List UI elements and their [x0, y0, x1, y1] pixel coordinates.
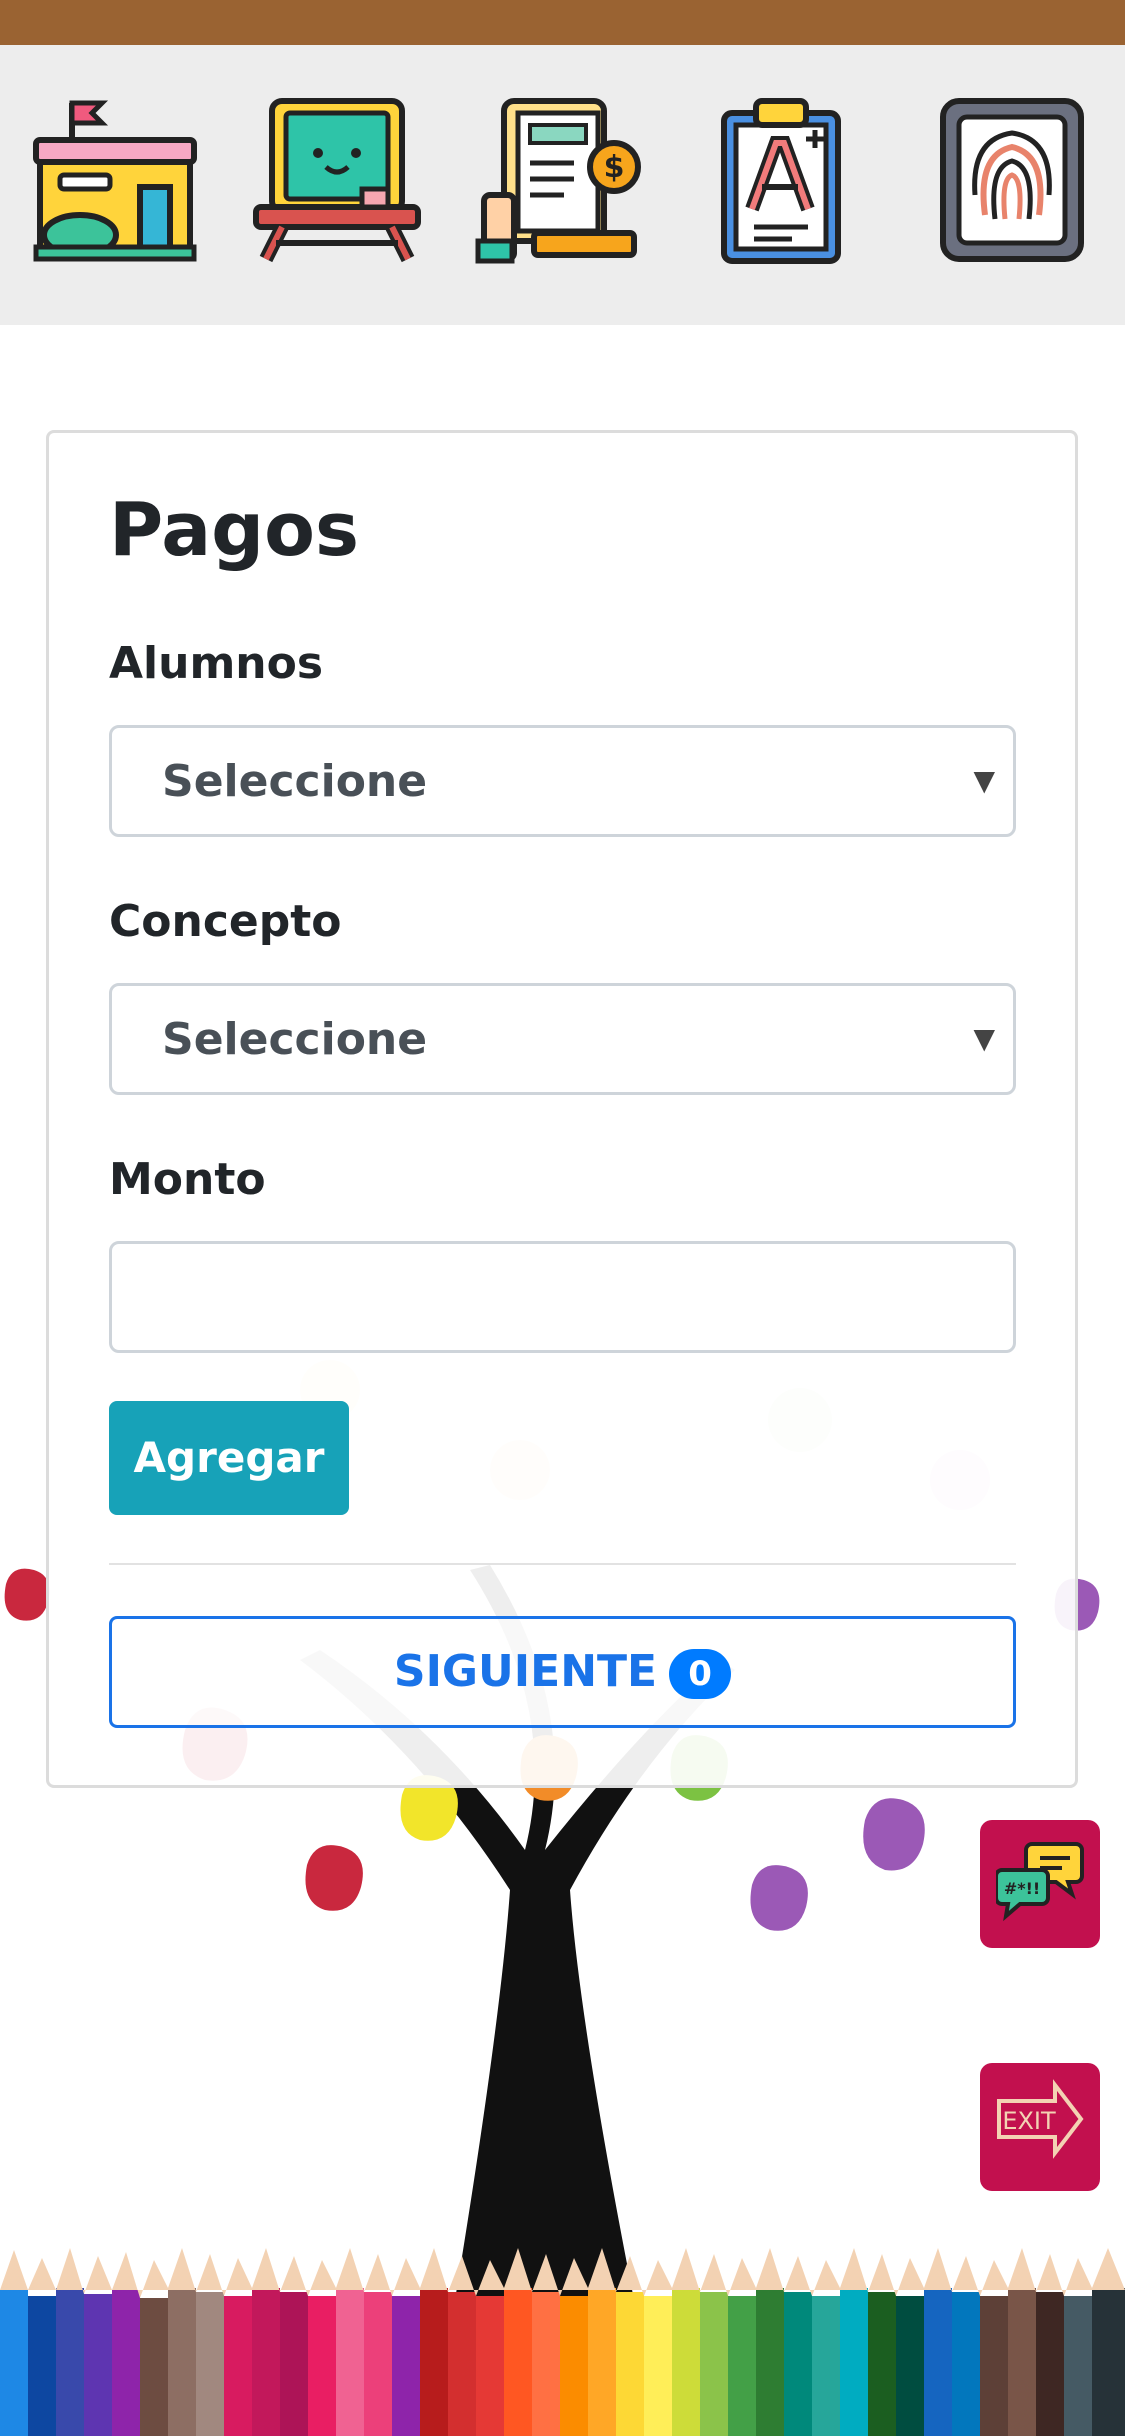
icon-navigation-bar: $: [0, 45, 1125, 325]
cart-count-badge: 0: [669, 1649, 732, 1699]
chat-button[interactable]: #*!!: [980, 1820, 1100, 1948]
next-button-label: SIGUIENTE: [393, 1646, 658, 1697]
add-button[interactable]: Agregar: [109, 1401, 349, 1515]
chat-bubbles-icon: #*!!: [996, 1842, 1084, 1922]
fingerprint-icon[interactable]: [927, 95, 1097, 265]
svg-text:#*!!: #*!!: [1004, 1879, 1040, 1898]
divider: [109, 1563, 1016, 1565]
classroom-desk-icon[interactable]: [252, 95, 422, 265]
students-select-value: Seleccione: [162, 756, 428, 807]
concept-select[interactable]: Seleccione ▼: [109, 983, 1016, 1095]
chevron-down-icon: ▼: [973, 764, 995, 797]
concept-select-value: Seleccione: [162, 1014, 428, 1065]
page-title: Pagos: [109, 487, 360, 573]
students-label: Alumnos: [109, 638, 324, 689]
top-bar: [0, 0, 1125, 45]
exit-button[interactable]: EXIT: [980, 2063, 1100, 2191]
amount-label: Monto: [109, 1154, 266, 1205]
concept-label: Concepto: [109, 896, 342, 947]
amount-input[interactable]: [109, 1241, 1016, 1353]
invoice-payment-icon[interactable]: $: [474, 95, 644, 265]
grades-clipboard-icon[interactable]: [696, 95, 866, 265]
students-select[interactable]: Seleccione ▼: [109, 725, 1016, 837]
svg-text:$: $: [604, 150, 625, 185]
payment-form-card: Pagos Alumnos Seleccione ▼ Concepto Sele…: [46, 430, 1078, 1788]
exit-label: EXIT: [1002, 2107, 1056, 2135]
school-building-icon[interactable]: [30, 95, 200, 265]
exit-arrow-icon: EXIT: [997, 2079, 1084, 2159]
next-button[interactable]: SIGUIENTE 0: [109, 1616, 1016, 1728]
chevron-down-icon: ▼: [973, 1022, 995, 1055]
